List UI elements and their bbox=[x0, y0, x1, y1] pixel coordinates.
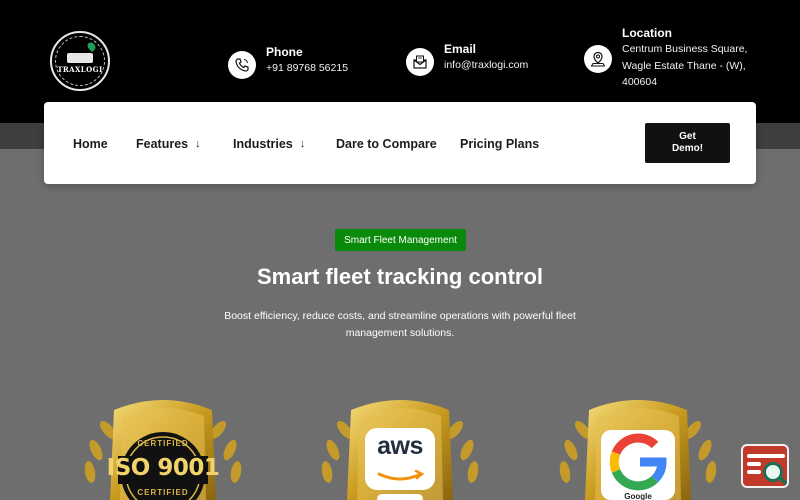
get-demo-label-line1: Get bbox=[679, 131, 696, 142]
hero-badge: Smart Fleet Management bbox=[335, 229, 466, 251]
award-iso-main-text: ISO 9001 bbox=[106, 455, 220, 481]
contact-location-title: Location bbox=[622, 26, 672, 40]
nav-item-label: Features bbox=[136, 137, 189, 151]
award-google: G Google bbox=[553, 392, 723, 500]
contact-email-title: Email bbox=[444, 42, 477, 56]
award-aws-logo-text: aws bbox=[377, 432, 423, 460]
traxlogi-logo[interactable]: TRAXLOGI bbox=[50, 31, 110, 91]
nav-item-industries[interactable]: Industries ↓ bbox=[233, 137, 305, 151]
magnifier-handle bbox=[778, 476, 787, 486]
nav-item-label: Industries bbox=[233, 137, 293, 151]
nav-item-label: Pricing Plans bbox=[460, 137, 540, 151]
contact-phone-value[interactable]: +91 89768 56215 bbox=[266, 60, 348, 77]
widget-bar bbox=[747, 454, 785, 458]
phone-icon bbox=[228, 51, 256, 79]
hero-subtitle-line1: Boost efficiency, reduce costs, and stre… bbox=[224, 310, 576, 322]
award-iso-bottom-text: CERTIFIED bbox=[137, 488, 189, 497]
nav-item-label: Home bbox=[73, 137, 108, 151]
logo-ring bbox=[55, 36, 105, 86]
award-iso-9001: CERTIFIED ISO 9001 CERTIFIED bbox=[78, 392, 248, 500]
contact-phone-title: Phone bbox=[266, 45, 303, 59]
nav-item-pricing-plans[interactable]: Pricing Plans bbox=[460, 137, 539, 151]
contact-location: Location Centrum Business Square, Wagle … bbox=[584, 25, 747, 91]
nav-item-home[interactable]: Home bbox=[73, 137, 108, 151]
location-icon bbox=[584, 45, 612, 73]
award-google-label: Google bbox=[624, 492, 652, 500]
nav-item-features[interactable]: Features ↓ bbox=[136, 137, 201, 151]
widget-bar bbox=[747, 462, 761, 466]
get-demo-label-line2: Demo! bbox=[671, 143, 704, 154]
contact-location-line2: Wagle Estate Thane - (W), bbox=[622, 59, 746, 72]
award-aws: aws bbox=[315, 392, 485, 500]
contact-email-value[interactable]: info@traxlogi.com bbox=[444, 57, 528, 74]
contact-phone: Phone +91 89768 56215 bbox=[228, 44, 348, 79]
hero-title: Smart fleet tracking control bbox=[256, 264, 544, 289]
nav-item-label: Dare to Compare bbox=[336, 137, 437, 151]
floating-search-widget[interactable] bbox=[741, 444, 789, 488]
get-demo-button[interactable]: Get Demo! bbox=[645, 123, 730, 163]
contact-location-line3: 400604 bbox=[622, 76, 658, 88]
main-navigation: Home Features ↓ Industries ↓ Dare to Com… bbox=[44, 102, 756, 184]
contact-email: Email info@traxlogi.com bbox=[406, 41, 528, 76]
award-iso-top-text: CERTIFIED bbox=[137, 439, 189, 448]
contact-location-line1: Centrum Business Square, bbox=[622, 43, 748, 55]
widget-bar bbox=[747, 470, 761, 474]
mail-icon bbox=[406, 48, 434, 76]
hero-subtitle: Boost efficiency, reduce costs, and stre… bbox=[220, 308, 580, 342]
arrow-down-icon: ↓ bbox=[195, 138, 201, 150]
hero-subtitle-line2: management solutions. bbox=[345, 327, 455, 339]
nav-item-dare-to-compare[interactable]: Dare to Compare bbox=[336, 137, 437, 151]
arrow-down-icon: ↓ bbox=[299, 138, 306, 150]
